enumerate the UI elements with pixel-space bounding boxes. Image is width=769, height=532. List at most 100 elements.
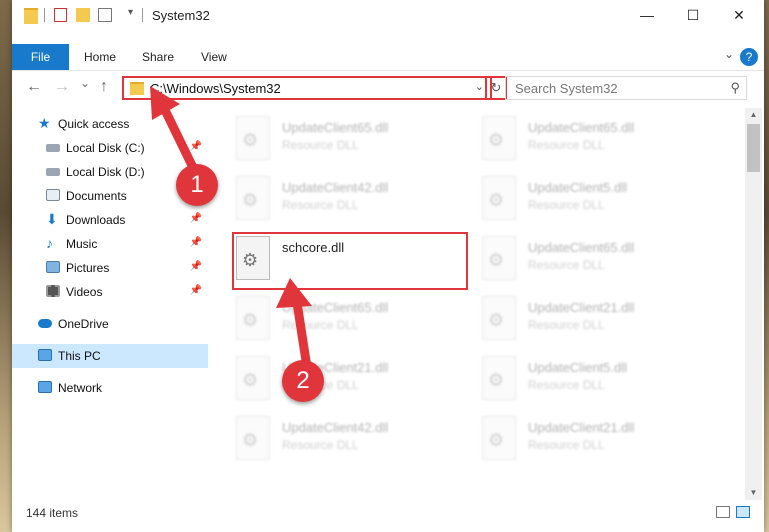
pin-icon[interactable]: 📌: [190, 213, 202, 224]
scroll-down-icon[interactable]: ▼: [745, 486, 762, 500]
gear-icon: ⚙: [488, 310, 505, 330]
dll-file-icon: ⚙: [236, 416, 270, 460]
tab-home[interactable]: Home: [84, 44, 116, 70]
sidebar-item-music[interactable]: ♪ Music 📌: [12, 232, 208, 256]
window-title: System32: [152, 8, 210, 23]
close-button[interactable]: ✕: [716, 0, 762, 30]
scrollbar-thumb[interactable]: [747, 124, 760, 172]
gear-icon: ⚙: [488, 430, 505, 450]
file-tile[interactable]: ⚙ UpdateClient21.dll Resource DLL: [482, 412, 718, 468]
recent-locations-button[interactable]: ⌄: [80, 76, 90, 90]
expand-ribbon-icon[interactable]: ⌄: [724, 47, 734, 61]
ribbon-tabs: File Home Share View ⌄ ?: [12, 44, 764, 71]
sidebar-item-this-pc[interactable]: This PC: [12, 344, 208, 368]
file-name: UpdateClient65.dll: [528, 240, 635, 255]
tab-view[interactable]: View: [201, 44, 227, 70]
gear-icon: ⚙: [488, 370, 505, 390]
pin-icon[interactable]: 📌: [190, 237, 202, 248]
sidebar-item-videos[interactable]: Videos 📌: [12, 280, 208, 304]
sidebar-item-label: Local Disk (C:): [66, 141, 145, 155]
file-name: UpdateClient42.dll: [282, 420, 389, 435]
file-tile[interactable]: ⚙ UpdateClient65.dll Resource DLL: [482, 232, 718, 288]
file-tile[interactable]: ⚙ UpdateClient42.dll Resource DLL: [236, 172, 472, 228]
dll-file-icon: ⚙: [482, 356, 516, 400]
file-tile[interactable]: ⚙ UpdateClient5.dll Resource DLL: [482, 352, 718, 408]
vertical-scrollbar[interactable]: ▲ ▼: [745, 108, 762, 500]
sidebar-item-label: Videos: [66, 285, 103, 299]
tab-share[interactable]: Share: [142, 44, 174, 70]
dll-file-icon: ⚙: [236, 116, 270, 160]
sidebar-item-network[interactable]: Network: [12, 376, 208, 400]
gear-icon: ⚙: [242, 310, 259, 330]
help-button[interactable]: ?: [740, 48, 758, 66]
drive-icon: [46, 144, 60, 152]
step-badge-1: 1: [176, 164, 218, 206]
file-type: Resource DLL: [528, 258, 605, 272]
gear-icon: ⚙: [488, 130, 505, 150]
sidebar-item-label: OneDrive: [58, 317, 109, 331]
file-type: Resource DLL: [282, 438, 359, 452]
file-tile[interactable]: ⚙ UpdateClient42.dll Resource DLL: [236, 412, 472, 468]
minimize-button[interactable]: —: [624, 0, 670, 30]
file-type: Resource DLL: [528, 438, 605, 452]
up-button[interactable]: ↑: [100, 78, 108, 96]
drive-icon: [46, 168, 60, 176]
videos-icon: [46, 285, 60, 297]
file-type: Resource DLL: [528, 138, 605, 152]
file-tile[interactable]: ⚙ UpdateClient21.dll Resource DLL: [482, 292, 718, 348]
back-button[interactable]: ←: [26, 78, 42, 96]
sidebar-item-pictures[interactable]: Pictures 📌: [12, 256, 208, 280]
step-badge-2: 2: [282, 360, 324, 402]
file-type: Resource DLL: [282, 138, 359, 152]
file-name: UpdateClient5.dll: [528, 180, 628, 195]
cloud-icon: [38, 319, 52, 328]
properties-icon[interactable]: [54, 8, 67, 22]
computer-icon: [38, 349, 52, 361]
file-name: UpdateClient21.dll: [528, 300, 635, 315]
divider: [142, 8, 143, 22]
gear-icon: ⚙: [242, 190, 259, 210]
folder-icon: [24, 8, 38, 24]
file-name: UpdateClient65.dll: [282, 120, 389, 135]
scroll-up-icon[interactable]: ▲: [745, 108, 762, 122]
new-folder-icon[interactable]: [76, 8, 90, 22]
dll-file-icon: ⚙: [236, 176, 270, 220]
customize-icon[interactable]: [98, 8, 112, 22]
file-tile[interactable]: ⚙ UpdateClient5.dll Resource DLL: [482, 172, 718, 228]
pin-icon[interactable]: 📌: [190, 261, 202, 272]
gear-icon: ⚙: [488, 250, 505, 270]
refresh-button[interactable]: ↻: [485, 76, 507, 100]
pictures-icon: [46, 261, 60, 273]
sidebar-item-label: Downloads: [66, 213, 126, 227]
gear-icon: ⚙: [242, 430, 259, 450]
sidebar-item-downloads[interactable]: ⬇ Downloads 📌: [12, 208, 208, 232]
chevron-down-icon[interactable]: ⌄: [475, 80, 484, 93]
details-view-icon[interactable]: [716, 506, 730, 518]
dll-file-icon: ⚙: [482, 176, 516, 220]
file-name: UpdateClient21.dll: [528, 420, 635, 435]
pin-icon[interactable]: 📌: [190, 285, 202, 296]
file-name: UpdateClient5.dll: [528, 360, 628, 375]
tab-file[interactable]: File: [12, 44, 69, 70]
gear-icon: ⚙: [242, 130, 259, 150]
file-tile[interactable]: ⚙ UpdateClient65.dll Resource DLL: [236, 112, 472, 168]
maximize-button[interactable]: ☐: [670, 0, 716, 30]
network-icon: [38, 381, 52, 393]
sidebar-item-label: Documents: [66, 189, 127, 203]
dll-file-icon: ⚙: [482, 416, 516, 460]
file-type: Resource DLL: [528, 318, 605, 332]
dll-file-icon: ⚙: [482, 296, 516, 340]
file-type: Resource DLL: [528, 198, 605, 212]
divider: [44, 8, 45, 22]
large-icons-view-icon[interactable]: [736, 506, 750, 518]
download-icon: ⬇: [46, 211, 58, 227]
sidebar-item-label: Quick access: [58, 117, 130, 131]
chevron-down-icon[interactable]: ▾: [128, 7, 133, 18]
search-input[interactable]: Search System32 ⚲: [505, 76, 747, 100]
gear-icon: ⚙: [488, 190, 505, 210]
forward-button[interactable]: →: [54, 78, 70, 96]
file-tile[interactable]: ⚙ UpdateClient65.dll Resource DLL: [482, 112, 718, 168]
sidebar-item-onedrive[interactable]: OneDrive: [12, 312, 208, 336]
dll-file-icon: ⚙: [482, 116, 516, 160]
file-type: Resource DLL: [528, 378, 605, 392]
